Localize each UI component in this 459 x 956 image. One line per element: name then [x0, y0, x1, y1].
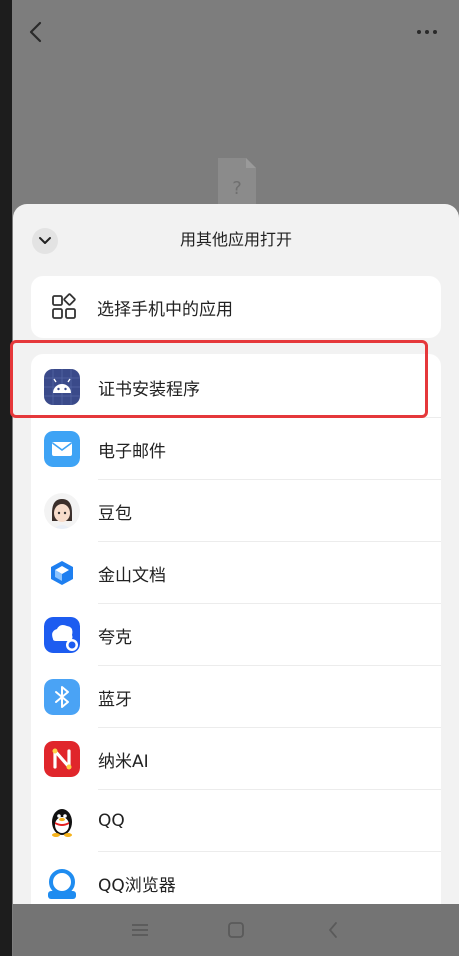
app-label: 蓝牙: [98, 689, 132, 710]
doubao-icon: [44, 493, 80, 529]
app-item-qq[interactable]: QQ: [31, 790, 441, 852]
app-item-quark[interactable]: 夸克: [31, 604, 441, 666]
app-label: 金山文档: [98, 565, 166, 586]
svg-text:?: ?: [232, 178, 242, 199]
qq-icon: [44, 803, 80, 839]
home-icon[interactable]: [225, 920, 247, 940]
app-item-qq-browser[interactable]: QQ浏览器: [31, 852, 441, 904]
app-list: 证书安装程序 电子邮件 豆包 金山文档 夸克 蓝牙 纳米AI QQ QQ浏览器: [31, 354, 441, 904]
sheet-title: 用其他应用打开: [179, 230, 292, 249]
quark-icon: [44, 617, 80, 653]
app-item-email[interactable]: 电子邮件: [31, 418, 441, 480]
qq-browser-icon: [44, 865, 80, 901]
app-label: 夸克: [98, 627, 132, 648]
back-arrow-icon[interactable]: [26, 20, 48, 44]
choose-app-button[interactable]: 选择手机中的应用: [31, 276, 441, 338]
unknown-file-icon: ?: [218, 158, 256, 208]
app-label: QQ浏览器: [98, 875, 176, 896]
left-edge-strip: [0, 0, 12, 956]
back-icon[interactable]: [323, 920, 345, 940]
open-with-sheet: 用其他应用打开 选择手机中的应用 证书安装程序 电子邮件 豆包 金山文档 夸克 …: [13, 204, 459, 904]
app-label: 纳米AI: [98, 751, 149, 772]
app-item-doubao[interactable]: 豆包: [31, 480, 441, 542]
choose-app-label: 选择手机中的应用: [97, 299, 233, 320]
highlight-box: [10, 340, 428, 418]
app-item-kingsoft-docs[interactable]: 金山文档: [31, 542, 441, 604]
menu-icon[interactable]: [129, 920, 151, 940]
app-label: 豆包: [98, 503, 132, 524]
app-item-bluetooth[interactable]: 蓝牙: [31, 666, 441, 728]
more-options-icon[interactable]: [412, 22, 442, 42]
app-item-nami-ai[interactable]: 纳米AI: [31, 728, 441, 790]
navigation-bar: [13, 904, 459, 956]
kingsoft-docs-icon: [44, 555, 80, 591]
app-grid-icon: [52, 293, 76, 319]
app-label: QQ: [98, 811, 125, 831]
app-label: 电子邮件: [98, 441, 166, 462]
email-icon: [44, 431, 80, 467]
bluetooth-icon: [44, 679, 80, 715]
sheet-header: 用其他应用打开: [13, 204, 459, 276]
nami-ai-icon: [44, 741, 80, 777]
